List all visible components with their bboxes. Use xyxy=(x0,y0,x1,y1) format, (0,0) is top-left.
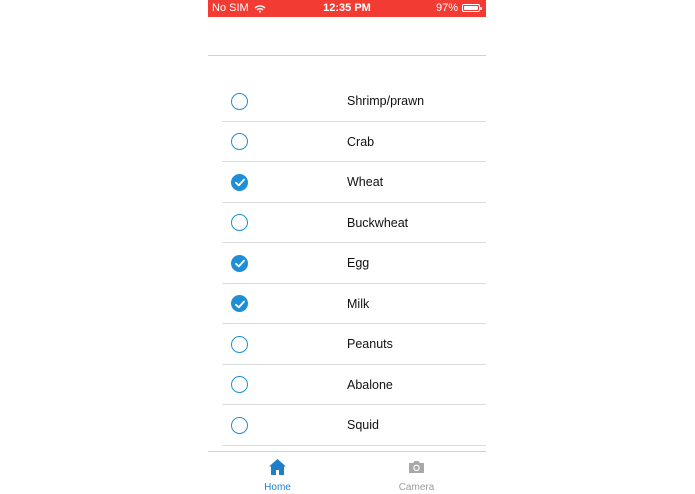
checked-circle-icon[interactable] xyxy=(231,295,248,312)
list-item-label: Wheat xyxy=(347,175,384,189)
battery-fill xyxy=(464,6,478,10)
list-item[interactable]: Squid xyxy=(222,405,486,446)
unchecked-circle-icon[interactable] xyxy=(231,133,248,150)
list-item[interactable]: Peanuts xyxy=(222,324,486,365)
list-item-label: Milk xyxy=(347,296,370,311)
list-item-label: Egg xyxy=(347,256,370,270)
tab-camera-label: Camera xyxy=(398,482,435,493)
unchecked-circle-icon[interactable] xyxy=(231,376,248,393)
list-item[interactable]: Crab xyxy=(222,122,486,162)
status-right: 97% xyxy=(435,2,482,14)
home-icon xyxy=(268,458,287,476)
unchecked-circle-icon[interactable] xyxy=(231,214,248,231)
list-item[interactable]: Egg xyxy=(222,243,486,284)
unchecked-circle-icon[interactable] xyxy=(231,335,248,353)
list-item-label: Peanuts xyxy=(347,337,393,351)
tab-home[interactable]: Home xyxy=(208,452,347,494)
tab-bar: Home Camera xyxy=(208,451,486,494)
unchecked-circle-icon[interactable] xyxy=(231,416,248,434)
list-item[interactable]: Wheat xyxy=(222,162,486,203)
battery-icon xyxy=(462,4,482,12)
battery-percentage: 97% xyxy=(435,2,458,14)
list-item-label: Buckwheat xyxy=(347,215,409,230)
tab-camera[interactable]: Camera xyxy=(347,452,486,494)
list-item-label: Crab xyxy=(347,134,375,149)
status-bar: No SIM 12:35 PM 97% xyxy=(208,0,486,17)
tab-home-label: Home xyxy=(264,482,291,493)
list-item[interactable]: Milk xyxy=(222,284,486,324)
list-item-label: Shrimp/prawn xyxy=(347,94,425,108)
checked-circle-icon[interactable] xyxy=(231,173,248,191)
phone-screen: No SIM 12:35 PM 97% Shrimp/prawn Crab Whea… xyxy=(208,0,486,494)
list-item-label: Abalone xyxy=(347,377,393,392)
list-item-label: Squid xyxy=(347,418,379,432)
nav-bar-divider xyxy=(208,55,486,56)
checked-circle-icon[interactable] xyxy=(231,254,248,272)
unchecked-circle-icon[interactable] xyxy=(231,92,248,110)
allergen-list: Shrimp/prawn Crab Wheat Buckwheat Egg Milk Pea… xyxy=(222,81,486,446)
list-item[interactable]: Shrimp/prawn xyxy=(222,81,486,122)
list-item[interactable]: Abalone xyxy=(222,365,486,405)
list-item[interactable]: Buckwheat xyxy=(222,203,486,243)
camera-icon xyxy=(407,458,426,476)
